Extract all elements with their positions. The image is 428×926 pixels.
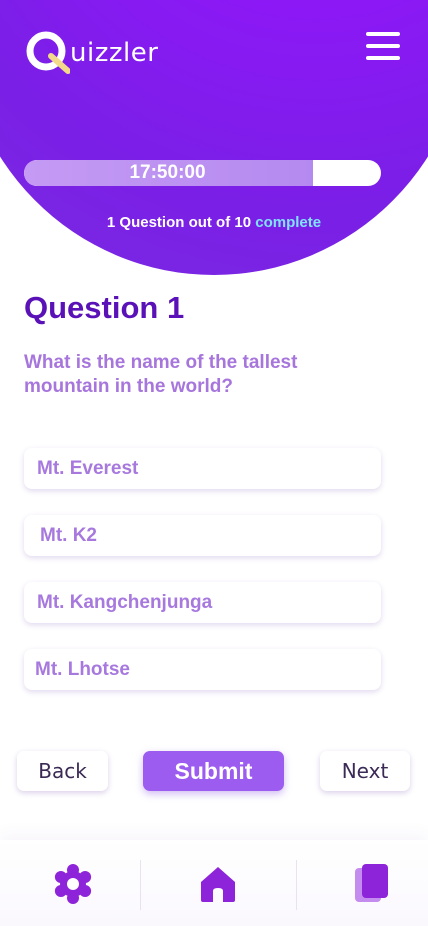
timer-progress-bar: 17:50:00 [24, 160, 381, 186]
answer-option[interactable]: Mt. Lhotse [24, 649, 381, 690]
submit-button[interactable]: Submit [143, 751, 284, 791]
answer-option[interactable]: Mt. Kangchenjunga [24, 582, 381, 623]
timer-label: 17:50:00 [129, 162, 206, 183]
answer-option[interactable]: Mt. K2 [24, 515, 381, 556]
nav-divider [140, 860, 141, 910]
quiz-screen: uizzler 17:50:00 1 Question out of 10 co… [0, 0, 428, 926]
cards-icon[interactable] [350, 862, 394, 906]
bottom-navigation [0, 840, 428, 926]
status-text: 1 Question out of 10 [106, 214, 252, 231]
status-complete: complete [255, 214, 322, 231]
hamburger-menu-icon[interactable] [366, 32, 400, 60]
nav-divider [296, 860, 297, 910]
question-title: Question 1 [24, 290, 185, 325]
answer-option[interactable]: Mt. Everest [24, 448, 381, 489]
progress-status: 1 Question out of 10 complete [0, 214, 428, 231]
app-name: uizzler [70, 38, 159, 68]
back-button[interactable]: Back [17, 751, 108, 791]
next-button[interactable]: Next [320, 751, 410, 791]
home-icon[interactable] [196, 862, 240, 906]
gear-icon[interactable] [51, 862, 95, 906]
logo-q-icon [24, 29, 70, 75]
app-logo: uizzler [24, 28, 158, 76]
question-text: What is the name of the tallest mountain… [24, 352, 298, 397]
